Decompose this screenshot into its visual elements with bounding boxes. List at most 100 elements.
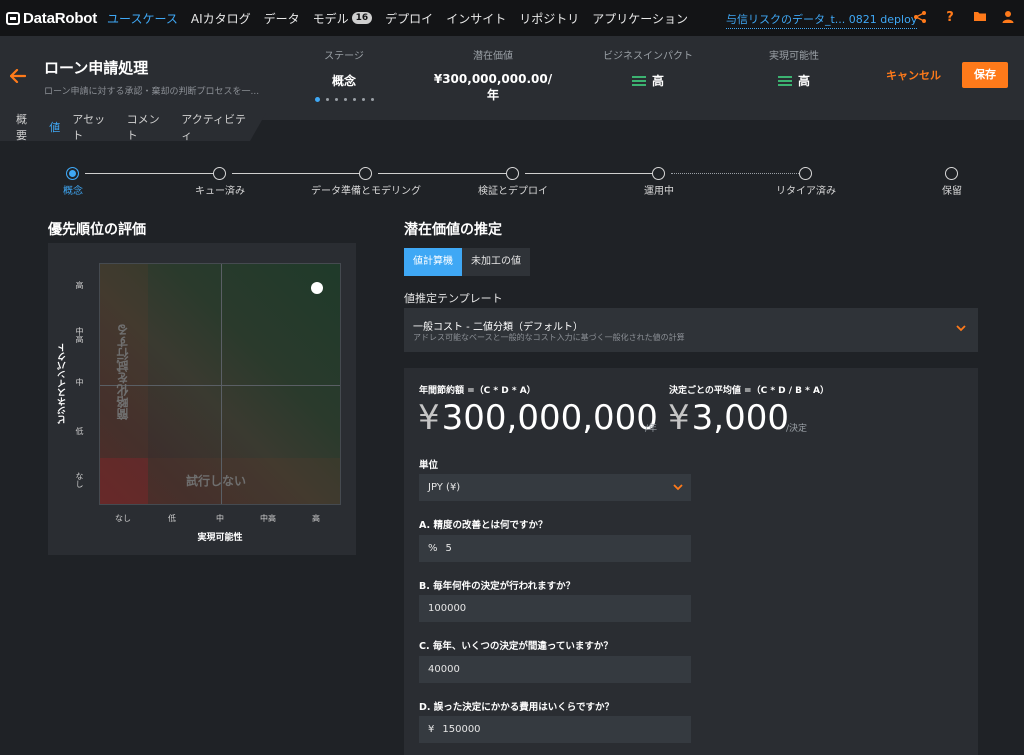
tab-bar: 概要 値 アセット コメント アクティビティ [0, 113, 266, 141]
stage-progress-dots [304, 97, 384, 102]
y-tick-low: 低 [75, 427, 84, 435]
potential-value-value: ¥300,000,000.00/年 [433, 72, 553, 102]
y-tick-mid: 中 [75, 378, 84, 386]
y-axis-label: ビジネスインパクト [58, 343, 68, 424]
y-tick-high: 高 [75, 281, 84, 289]
step-validation-marker[interactable] [506, 167, 519, 180]
nav-item-repositories[interactable]: リポジトリ [519, 10, 579, 27]
step-queued[interactable]: キュー済み [195, 182, 245, 197]
business-impact-value: 高 [651, 74, 664, 88]
per-decision-currency: ¥ [668, 398, 690, 438]
feasibility-value: 高 [797, 74, 810, 88]
decisions-per-year-input[interactable]: 100000 [419, 595, 691, 622]
step-on-hold[interactable]: 保留 [942, 182, 962, 197]
use-case-header: ローン申請処理 ローン申請に対する承認・棄却の判断プロセスを一... ステージ … [0, 36, 1024, 120]
yen-prefix: ¥ [428, 724, 435, 735]
help-icon[interactable]: ? [942, 10, 958, 26]
tab-comments[interactable]: コメント [127, 113, 170, 141]
tab-assets[interactable]: アセット [72, 113, 114, 141]
step-concept-marker[interactable] [66, 167, 79, 180]
stage-stepper: 概念 キュー済み データ準備とモデリング 検証とデプロイ 運用中 リタイア済み … [63, 167, 962, 203]
template-label: 値推定テンプレート [404, 292, 503, 305]
step-data-prep[interactable]: データ準備とモデリング [311, 182, 421, 197]
step-data-prep-marker[interactable] [359, 167, 372, 180]
potential-value-field: 潜在価値 ¥300,000,000.00/年 [428, 47, 558, 103]
x-tick-none: なし [115, 514, 131, 523]
stage-value: 概念 [331, 74, 356, 88]
per-decision-value: ¥3,000 [668, 398, 789, 438]
currency-select[interactable]: JPY (¥) [419, 474, 691, 501]
step-retired[interactable]: リタイア済み [776, 182, 836, 197]
folder-icon[interactable] [972, 10, 988, 26]
user-icon[interactable] [1000, 10, 1016, 26]
y-tick-none: なし [75, 472, 84, 488]
step-concept[interactable]: 概念 [63, 182, 83, 197]
tab-value[interactable]: 値 [49, 119, 60, 135]
datarobot-logo[interactable]: Data Robot [6, 10, 97, 27]
datarobot-logo-icon [6, 11, 20, 25]
per-decision-unit: /決定 [786, 424, 808, 434]
annual-savings-value: ¥300,000,000 [418, 398, 658, 438]
zone-skip-label: 試行しない [186, 474, 247, 488]
back-arrow-icon[interactable] [9, 64, 27, 88]
share-icon[interactable] [912, 10, 928, 26]
question-a-label: A. 精度の改善とは何ですか？ [419, 520, 548, 531]
step-retired-marker[interactable] [799, 167, 812, 180]
save-button[interactable]: 保存 [962, 62, 1008, 88]
template-select[interactable]: 一般コスト - 二値分類（デフォルト） アドレス可能なベースと一般的なコスト入力… [404, 308, 978, 352]
incorrect-decisions-input[interactable]: 40000 [419, 656, 691, 683]
annual-savings-formula: 年間節約額 =（C * D * A） [419, 386, 536, 396]
level-high-icon [631, 75, 646, 86]
x-tick-mid: 中 [216, 514, 224, 523]
potential-value-label: 潜在価値 [473, 51, 513, 62]
stage-label: ステージ [324, 51, 364, 62]
cost-per-error-input[interactable]: ¥150000 [419, 716, 691, 743]
nav-item-deployments[interactable]: デプロイ [385, 10, 433, 27]
step-in-production-marker[interactable] [652, 167, 665, 180]
page-subtitle: ローン申請に対する承認・棄却の判断プロセスを一... [44, 87, 260, 97]
tab-activity[interactable]: アクティビティ [181, 113, 254, 141]
priority-matrix: 簡略化を試行する 試行しない [99, 263, 341, 505]
value-calculator-card: 年間節約額 =（C * D * A） ¥300,000,000 /年 決定ごとの… [404, 368, 978, 755]
nav-item-data[interactable]: データ [264, 10, 300, 27]
x-tick-high: 高 [312, 514, 320, 523]
tab-overview[interactable]: 概要 [16, 113, 37, 141]
step-queued-marker[interactable] [213, 167, 226, 180]
template-description: アドレス可能なベースと一般的なコスト入力に基づく一般化された値の計算 [413, 333, 685, 342]
page-title: ローン申請処理 [44, 59, 149, 77]
step-validation[interactable]: 検証とデプロイ [478, 182, 548, 197]
value-calculator-button[interactable]: 値計算機 [404, 248, 462, 276]
estimate-mode-toggle: 値計算機 未加工の値 [404, 248, 530, 276]
priority-section-title: 優先順位の評価 [48, 222, 146, 238]
step-in-production[interactable]: 運用中 [644, 182, 674, 197]
y-tick-mid-high: 中高 [75, 327, 84, 343]
nav-item-insights[interactable]: インサイト [446, 10, 506, 27]
nav-item-use-cases[interactable]: ユースケース [107, 10, 178, 27]
stage-field: ステージ 概念 [304, 47, 384, 102]
nav-item-models-label: モデル [312, 11, 349, 26]
question-d-label: D. 誤った決定にかかる費用はいくらですか？ [419, 702, 615, 713]
step-on-hold-marker[interactable] [945, 167, 958, 180]
per-decision-amount: 3,000 [691, 398, 789, 438]
level-high-icon [777, 75, 792, 86]
business-impact-label: ビジネスインパクト [603, 51, 693, 62]
x-tick-mid-high: 中高 [260, 514, 276, 523]
question-c-label: C. 毎年、いくつの決定が間違っていますか？ [419, 641, 613, 652]
annual-unit: /年 [645, 424, 658, 434]
question-b-label: B. 毎年何件の決定が行われますか？ [419, 581, 576, 592]
priority-point[interactable] [311, 282, 323, 294]
nav-item-applications[interactable]: アプリケーション [592, 10, 688, 27]
decisions-per-year-value: 100000 [428, 603, 467, 614]
feasibility-field: 実現可能性 高 [744, 47, 844, 89]
per-decision-formula: 決定ごとの平均値 =（C * D / B * A） [669, 386, 829, 396]
cancel-button[interactable]: キャンセル [886, 67, 941, 83]
template-name: 一般コスト - 二値分類（デフォルト） [413, 322, 583, 333]
accuracy-improvement-value: 5 [445, 543, 452, 554]
nav-item-ai-catalog[interactable]: AIカタログ [191, 10, 251, 27]
business-impact-field: ビジネスインパクト 高 [588, 47, 708, 89]
raw-value-button[interactable]: 未加工の値 [462, 248, 530, 276]
deployment-link[interactable]: 与信リスクのデータ_t... 0821 deploy [726, 11, 918, 29]
percent-prefix: % [428, 543, 438, 554]
nav-item-models[interactable]: モデル 16 [313, 10, 373, 27]
accuracy-improvement-input[interactable]: % 5 [419, 535, 691, 562]
